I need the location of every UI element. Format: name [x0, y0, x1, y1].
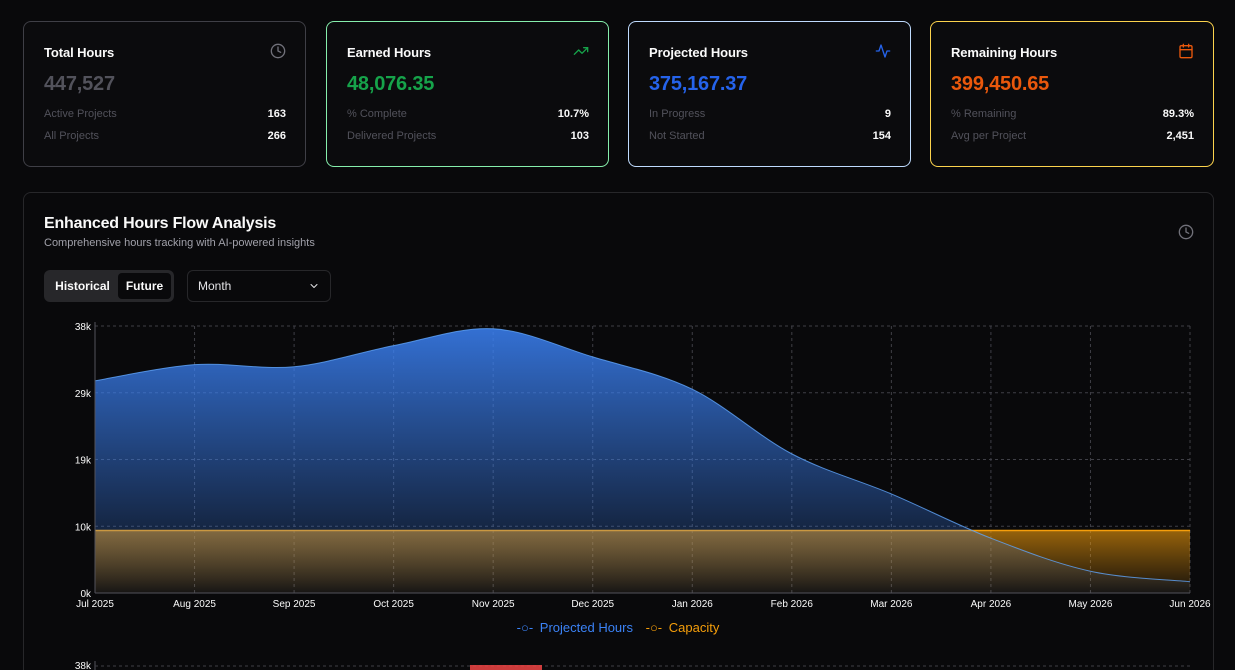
x-tick-label: Apr 2026 [971, 599, 1012, 610]
card-title: Total Hours [44, 45, 115, 60]
row-label: In Progress [649, 108, 706, 120]
card-title: Projected Hours [649, 45, 748, 60]
row-label: % Remaining [951, 108, 1017, 120]
hours-flow-panel: Enhanced Hours Flow Analysis Comprehensi… [23, 192, 1214, 670]
total-hours-card: Total Hours 447,527 Active Projects 163 A… [23, 21, 306, 167]
card-value: 399,450.65 [951, 73, 1050, 95]
y-tick-label: 19k [75, 456, 92, 467]
row-label: Delivered Projects [347, 130, 437, 142]
row-value: 103 [570, 130, 589, 142]
x-tick-label: Dec 2025 [571, 599, 614, 610]
x-tick-label: May 2026 [1068, 599, 1112, 610]
x-tick-label: Jul 2025 [76, 599, 114, 610]
row-label: All Projects [44, 130, 100, 142]
x-tick-label: Nov 2025 [472, 599, 515, 610]
x-tick-label: Aug 2025 [173, 599, 216, 610]
row-label: Not Started [649, 130, 705, 142]
card-value: 48,076.35 [347, 73, 435, 95]
projected-hours-card: Projected Hours 375,167.37 In Progress 9 … [628, 21, 911, 167]
calendar-icon [1179, 43, 1193, 59]
x-tick-label: Oct 2025 [373, 599, 414, 610]
trending-up-icon [573, 47, 589, 55]
legend-capacity[interactable]: -○- Capacity [646, 620, 723, 635]
row-value: 163 [267, 108, 286, 120]
clock-icon [270, 43, 286, 59]
y-tick-label: 38k [75, 322, 92, 333]
y-tick-label: 10k [75, 522, 92, 533]
row-label: Active Projects [44, 108, 117, 120]
card-title: Earned Hours [347, 45, 432, 60]
row-value: 266 [267, 130, 286, 142]
projected-hours-area [95, 328, 1190, 593]
row-label: % Complete [347, 108, 407, 120]
row-value: 2,451 [1166, 130, 1194, 142]
row-value: 89.3% [1162, 108, 1194, 120]
row-value: 154 [872, 130, 891, 142]
earned-hours-card: Earned Hours 48,076.35 % Complete 10.7% D… [326, 21, 609, 167]
card-value: 447,527 [44, 73, 115, 95]
y-tick-label: 29k [75, 389, 92, 400]
remaining-hours-card: Remaining Hours 399,450.65 % Remaining 89… [930, 21, 1214, 167]
row-label: Avg per Project [951, 130, 1027, 142]
x-tick-label: Sep 2025 [273, 599, 316, 610]
card-value: 375,167.37 [649, 73, 748, 95]
row-value: 10.7% [557, 108, 589, 120]
hours-flow-chart: 0k10k19k29k38kJul 2025 Aug 2025 Sep 2025 Oc… [75, 322, 1211, 610]
x-tick-label: Feb 2026 [771, 599, 814, 610]
activity-icon [875, 44, 891, 58]
legend-projected-hours[interactable]: -○- Projected Hours [517, 620, 636, 635]
x-tick-label: Jan 2026 [672, 599, 714, 610]
card-title: Remaining Hours [951, 45, 1058, 60]
chart-legend: -○- Projected Hours -○- Capacity [24, 620, 1215, 635]
x-tick-label: Jun 2026 [1169, 599, 1211, 610]
row-value: 9 [884, 108, 891, 120]
x-tick-label: Mar 2026 [870, 599, 913, 610]
